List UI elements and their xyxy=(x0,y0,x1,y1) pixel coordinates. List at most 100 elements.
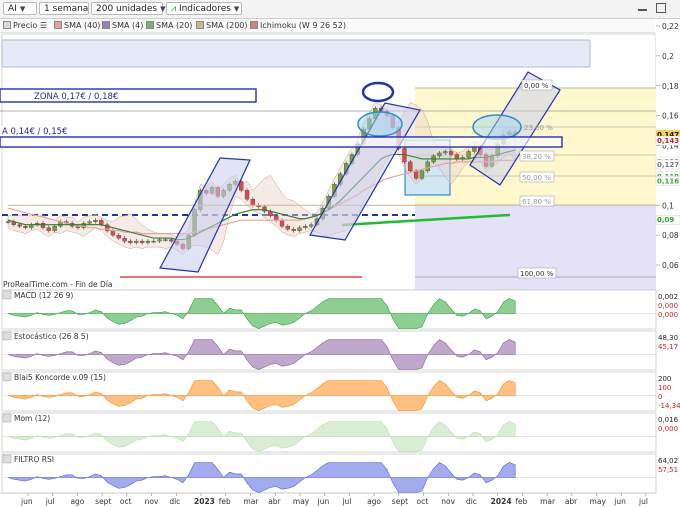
price-badge-label: 0,116 xyxy=(657,177,679,185)
panel-menu-icon xyxy=(2,372,12,382)
candle-body xyxy=(466,151,471,158)
price-tick-label: 0,08 xyxy=(662,231,679,240)
panel-title: MACD (12 26 9) xyxy=(14,291,73,300)
price-badge-label: 0,143 xyxy=(657,137,679,145)
time-tick-label: oct xyxy=(417,497,429,506)
panel-value-label: 45,17 xyxy=(658,343,678,351)
time-tick-label: may xyxy=(293,497,310,506)
candle-body xyxy=(157,239,162,242)
candle-body xyxy=(274,215,279,221)
candle-body xyxy=(139,240,145,243)
panel-title: FILTRO RSI xyxy=(14,455,54,464)
time-tick-label: ago xyxy=(70,497,84,506)
panel-value-label: 0 xyxy=(658,393,662,401)
panel-value-label: 64,02 xyxy=(658,457,678,465)
candle-body xyxy=(285,226,290,230)
price-tick-label: 0,18 xyxy=(662,82,679,91)
time-tick-label: dic xyxy=(466,497,477,506)
panel-value-label: -14,34 xyxy=(658,402,680,410)
time-tick-label: nov xyxy=(441,497,455,506)
indicator-panels: MACD (12 26 9) 0,0020,0000,000Estocástico… xyxy=(1,289,680,494)
candle-body xyxy=(279,220,285,227)
panel-menu-icon xyxy=(2,331,12,341)
price-tick-label: 0,06 xyxy=(662,261,679,270)
time-tick-label: jun xyxy=(20,497,33,506)
panel-value-label: 0,000 xyxy=(658,311,678,319)
panel-value-label: 200 xyxy=(658,375,671,383)
panel-value-label: 100 xyxy=(658,384,671,392)
candle-body xyxy=(250,199,256,206)
panel-value-label: 0,002 xyxy=(658,293,678,301)
candle-body xyxy=(437,152,442,157)
price-chart[interactable]: ZONA 0,17€ / 0,18€ A 0,14€ / 0,15€ 0,00 … xyxy=(0,0,680,507)
candle-body xyxy=(46,227,51,231)
candle-body xyxy=(99,220,104,225)
price-tick-label: 0,1 xyxy=(662,201,674,210)
panel-title: Mom (12) xyxy=(14,414,50,423)
candle-body xyxy=(110,230,116,236)
fib-label-618: 61,80 % xyxy=(522,198,551,206)
time-tick-label: may xyxy=(590,497,607,506)
time-axis: jun jul ago sept oct nov dic 2023 feb mar abr may ju… xyxy=(20,493,648,506)
candle-body xyxy=(303,226,308,228)
zone-014-015-label: A 0,14€ / 0,15€ xyxy=(2,127,67,137)
time-tick-label: jul xyxy=(341,497,351,506)
candle-body xyxy=(163,239,168,241)
panel-title: Blai5 Koncorde v.09 (15) xyxy=(14,373,106,382)
candle-body xyxy=(419,170,425,179)
time-tick-label: oct xyxy=(120,497,132,506)
candle-body xyxy=(52,226,57,231)
price-tick-label: 0,2 xyxy=(662,52,674,61)
candle-body xyxy=(116,234,121,239)
candle-body xyxy=(408,161,413,172)
panel-value-label: 57,51 xyxy=(658,466,678,474)
time-tick-label: jul xyxy=(638,497,648,506)
panel-value-label: 48,30 xyxy=(658,334,678,342)
time-tick-label: jun xyxy=(317,497,330,506)
time-tick-label: abr xyxy=(565,497,578,506)
time-tick-label: feb xyxy=(219,497,231,506)
panel-title: Estocástico (26 8 5) xyxy=(14,332,89,341)
candle-body xyxy=(448,151,454,155)
candle-body xyxy=(151,240,156,243)
fib-label-382: 38,20 % xyxy=(522,153,551,161)
time-tick-label: nov xyxy=(145,497,159,506)
watermark: ProRealTime.com - Fin de Día xyxy=(3,280,113,289)
candle-body xyxy=(40,223,46,228)
time-tick-label: mar xyxy=(540,497,556,506)
candle-body xyxy=(5,221,11,223)
candle-body xyxy=(93,220,98,222)
time-tick-label: dic xyxy=(169,497,180,506)
candle-body xyxy=(17,224,22,227)
panel-menu-icon xyxy=(2,413,12,423)
candle-body xyxy=(169,239,174,242)
fib-label-0: 0,00 % xyxy=(524,82,549,90)
zone-017-018-label: ZONA 0,17€ / 0,18€ xyxy=(34,92,118,102)
panel-value-label: 0,000 xyxy=(658,425,678,433)
candle-body xyxy=(134,240,139,243)
candle-body xyxy=(309,224,314,227)
time-tick-label: feb xyxy=(515,497,527,506)
candle-body xyxy=(23,226,28,228)
time-tick-label: abr xyxy=(268,497,281,506)
price-tick-label: 0,22 xyxy=(662,22,679,31)
zone-014-015-box xyxy=(0,136,563,148)
panel-menu-icon xyxy=(2,290,12,300)
panel-value-label: 0,016 xyxy=(658,416,679,424)
time-tick-label: mar xyxy=(243,497,259,506)
time-tick-label: 2024 xyxy=(491,497,512,506)
highlight-ellipse-right xyxy=(472,114,522,140)
time-tick-label: 2023 xyxy=(194,497,215,506)
panel-menu-icon xyxy=(2,454,12,464)
resistance-zone-band xyxy=(1,39,591,68)
fib-label-236: 23,60 % xyxy=(524,124,553,132)
panel-value-label: 0,000 xyxy=(658,302,678,310)
time-tick-label: jun xyxy=(613,497,626,506)
time-tick-label: ago xyxy=(367,497,381,506)
candle-body xyxy=(244,190,250,200)
candle-body xyxy=(297,227,302,231)
candle-body xyxy=(443,151,448,154)
candle-body xyxy=(122,237,127,242)
time-tick-label: jul xyxy=(45,497,55,506)
candle-body xyxy=(291,228,296,231)
